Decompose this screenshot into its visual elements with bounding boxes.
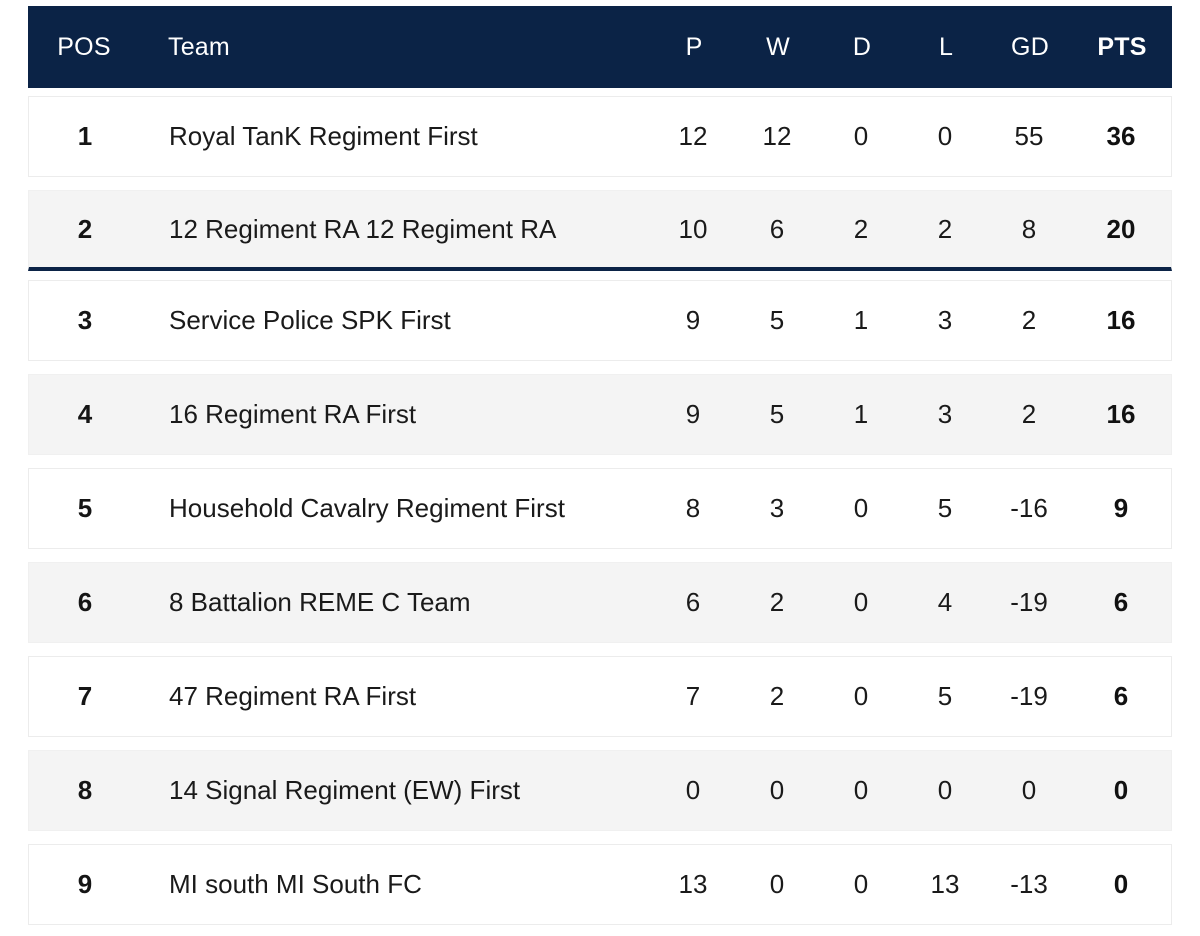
row-drawn: 0 xyxy=(819,121,903,152)
row-won: 5 xyxy=(735,399,819,430)
column-header-l[interactable]: L xyxy=(904,33,988,62)
row-drawn: 0 xyxy=(819,869,903,900)
row-drawn: 0 xyxy=(819,493,903,524)
row-won: 0 xyxy=(735,869,819,900)
row-team-name[interactable]: 14 Signal Regiment (EW) First xyxy=(141,775,651,806)
table-row[interactable]: 2 12 Regiment RA 12 Regiment RA 10 6 2 2 8 20 xyxy=(28,190,1172,271)
row-played: 6 xyxy=(651,587,735,618)
row-points: 36 xyxy=(1071,121,1171,152)
row-won: 0 xyxy=(735,775,819,806)
row-points: 20 xyxy=(1071,214,1171,245)
row-lost: 5 xyxy=(903,681,987,712)
row-position: 3 xyxy=(77,305,93,335)
column-header-d[interactable]: D xyxy=(820,33,904,62)
column-header-pos[interactable]: POS xyxy=(28,33,140,62)
row-team-name[interactable]: 12 Regiment RA 12 Regiment RA xyxy=(141,214,651,245)
row-lost: 2 xyxy=(903,214,987,245)
row-lost: 0 xyxy=(903,775,987,806)
league-table: POS Team P W D L GD PTS 1 Royal TanK Regi… xyxy=(0,0,1200,936)
row-points: 16 xyxy=(1071,305,1171,336)
row-position: 6 xyxy=(77,587,93,617)
row-lost: 13 xyxy=(903,869,987,900)
row-team-name[interactable]: Royal TanK Regiment First xyxy=(141,121,651,152)
row-won: 2 xyxy=(735,587,819,618)
row-points: 6 xyxy=(1071,587,1171,618)
row-goal-difference: -16 xyxy=(987,493,1071,524)
row-played: 9 xyxy=(651,399,735,430)
table-row[interactable]: 3 Service Police SPK First 9 5 1 3 2 16 xyxy=(28,280,1172,361)
row-drawn: 1 xyxy=(819,305,903,336)
row-won: 12 xyxy=(735,121,819,152)
row-played: 12 xyxy=(651,121,735,152)
row-lost: 3 xyxy=(903,305,987,336)
row-played: 13 xyxy=(651,869,735,900)
row-drawn: 1 xyxy=(819,399,903,430)
row-goal-difference: 8 xyxy=(987,214,1071,245)
table-row[interactable]: 68 Battalion REME C Team 6 2 0 4 -19 6 xyxy=(28,562,1172,643)
row-position: 4 xyxy=(77,399,93,429)
row-position: 1 xyxy=(77,121,93,151)
table-row[interactable]: 4 16 Regiment RA First 9 5 1 3 2 16 xyxy=(28,374,1172,455)
row-points: 9 xyxy=(1071,493,1171,524)
row-team-name[interactable]: 8 Battalion REME C Team xyxy=(141,587,651,618)
row-points: 0 xyxy=(1071,869,1171,900)
row-position: 8 xyxy=(77,775,93,805)
row-played: 0 xyxy=(651,775,735,806)
table-body: 1 Royal TanK Regiment First 12 12 0 0 55 36 2 12 … xyxy=(28,96,1172,925)
row-lost: 5 xyxy=(903,493,987,524)
row-goal-difference: 55 xyxy=(987,121,1071,152)
row-played: 7 xyxy=(651,681,735,712)
row-goal-difference: -19 xyxy=(987,681,1071,712)
row-won: 2 xyxy=(735,681,819,712)
row-position: 9 xyxy=(77,869,93,899)
row-team-name[interactable]: 16 Regiment RA First xyxy=(141,399,651,430)
row-team-name[interactable]: MI south MI South FC xyxy=(141,869,651,900)
row-points: 6 xyxy=(1071,681,1171,712)
row-position: 5 xyxy=(77,493,93,523)
row-drawn: 0 xyxy=(819,775,903,806)
row-goal-difference: 2 xyxy=(987,305,1071,336)
column-header-p[interactable]: P xyxy=(652,33,736,62)
row-drawn: 0 xyxy=(819,587,903,618)
row-played: 10 xyxy=(651,214,735,245)
row-points: 16 xyxy=(1071,399,1171,430)
table-row[interactable]: 5 Household Cavalry Regiment First 8 3 0 5 -16… xyxy=(28,468,1172,549)
table-row[interactable]: 7 47 Regiment RA First 7 2 0 5 -19 6 xyxy=(28,656,1172,737)
table-row[interactable]: 9 MI south MI South FC 13 0 0 13 -13 0 xyxy=(28,844,1172,925)
row-goal-difference: -19 xyxy=(987,587,1071,618)
row-team-name[interactable]: 47 Regiment RA First xyxy=(141,681,651,712)
row-drawn: 2 xyxy=(819,214,903,245)
column-header-w[interactable]: W xyxy=(736,33,820,62)
column-header-pts[interactable]: PTS xyxy=(1072,33,1172,62)
row-lost: 0 xyxy=(903,121,987,152)
row-goal-difference: 2 xyxy=(987,399,1071,430)
table-header-row: POS Team P W D L GD PTS xyxy=(28,6,1172,88)
column-header-gd[interactable]: GD xyxy=(988,33,1072,62)
row-position: 2 xyxy=(77,213,93,244)
row-won: 5 xyxy=(735,305,819,336)
row-played: 9 xyxy=(651,305,735,336)
row-goal-difference: 0 xyxy=(987,775,1071,806)
row-team-name[interactable]: Service Police SPK First xyxy=(141,305,651,336)
row-drawn: 0 xyxy=(819,681,903,712)
table-row[interactable]: 1 Royal TanK Regiment First 12 12 0 0 55 36 xyxy=(28,96,1172,177)
row-played: 8 xyxy=(651,493,735,524)
table-row[interactable]: 8 14 Signal Regiment (EW) First 0 0 0 0 0 0 xyxy=(28,750,1172,831)
row-goal-difference: -13 xyxy=(987,869,1071,900)
row-team-name[interactable]: Household Cavalry Regiment First xyxy=(141,493,651,524)
row-lost: 4 xyxy=(903,587,987,618)
column-header-team[interactable]: Team xyxy=(140,33,652,62)
row-won: 3 xyxy=(735,493,819,524)
row-lost: 3 xyxy=(903,399,987,430)
row-won: 6 xyxy=(735,214,819,245)
row-position: 7 xyxy=(77,681,93,711)
row-points: 0 xyxy=(1071,775,1171,806)
